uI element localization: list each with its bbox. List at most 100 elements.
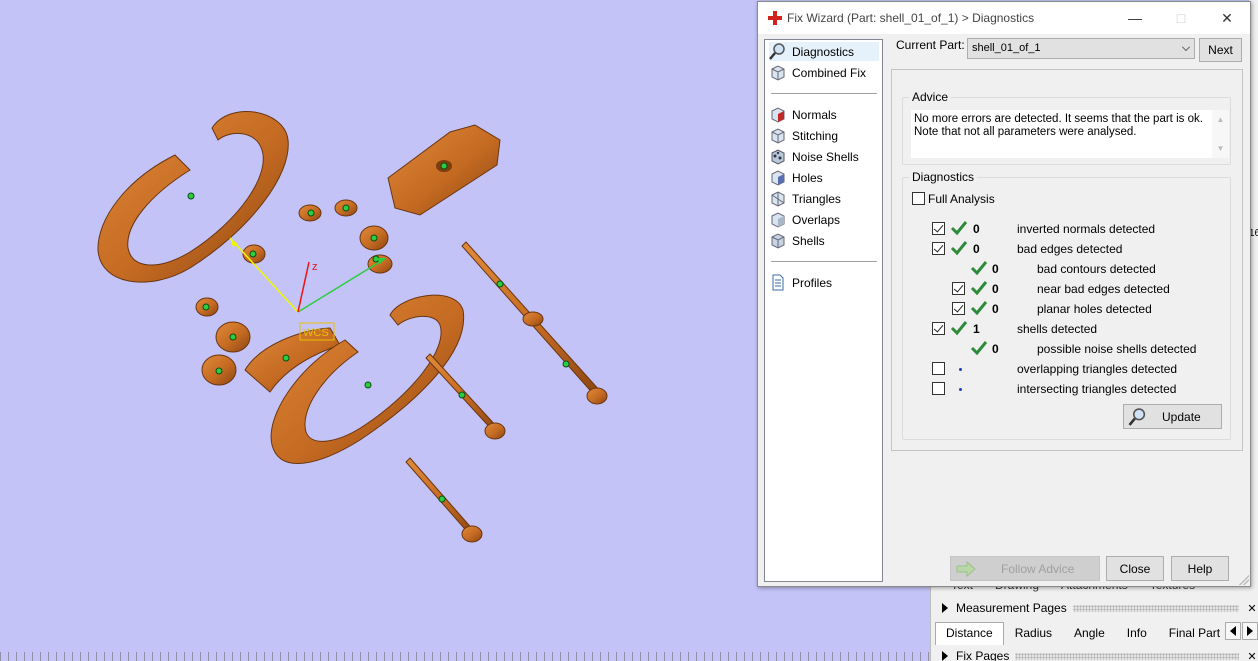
wcs-label: WCS: [303, 327, 329, 339]
noise-shells-count: 0: [992, 342, 999, 356]
maximize-button[interactable]: □: [1158, 2, 1204, 34]
diagnostics-group: Diagnostics Full Analysis 0 inverted nor…: [902, 170, 1231, 440]
full-analysis-checkbox[interactable]: [912, 192, 925, 205]
pending-dot-icon: [959, 388, 962, 391]
tab-scroll-right-button[interactable]: [1242, 622, 1258, 640]
scroll-up-icon[interactable]: ▲: [1217, 113, 1225, 126]
arrow-right-icon: [1247, 626, 1253, 636]
bad-edges-count: 0: [973, 242, 980, 256]
advice-line-2: Note that not all parameters were analys…: [914, 126, 1137, 138]
nav-item-triangles[interactable]: Triangles: [769, 189, 841, 208]
tab-final-part[interactable]: Final Part: [1158, 622, 1231, 645]
nav-item-label: Stitching: [792, 128, 839, 143]
nav-item-overlaps[interactable]: Overlaps: [769, 210, 840, 229]
pin-parts[interactable]: [405, 241, 608, 543]
near-bad-edges-checkbox[interactable]: [952, 282, 965, 295]
bottom-side-panel: Text Drawing Attachments Textures Measur…: [930, 578, 1258, 661]
advice-text-box[interactable]: No more errors are detected. It seems th…: [911, 110, 1229, 158]
title-bar[interactable]: Fix Wizard (Part: shell_01_of_1) > Diagn…: [758, 2, 1250, 34]
follow-advice-label: Follow Advice: [1001, 561, 1075, 576]
overlaps-cube-icon: [771, 212, 785, 228]
fix-pages-label: Fix Pages: [956, 649, 1010, 661]
close-icon[interactable]: ✕: [1245, 650, 1258, 661]
nav-item-shells[interactable]: Shells: [769, 231, 825, 250]
fix-pages-header[interactable]: Fix Pages ✕: [931, 646, 1258, 661]
expand-triangle-icon[interactable]: [942, 651, 948, 661]
resize-grip[interactable]: [1239, 575, 1249, 585]
tab-angle[interactable]: Angle: [1063, 622, 1116, 645]
fix-wizard-dialog: Fix Wizard (Part: shell_01_of_1) > Diagn…: [757, 1, 1251, 587]
bottom-ruler: [0, 652, 930, 661]
measurement-pages-label: Measurement Pages: [956, 601, 1067, 615]
intersecting-triangles-label: intersecting triangles detected: [1017, 382, 1177, 396]
nav-item-stitching[interactable]: Stitching: [769, 126, 838, 145]
inverted-normals-checkbox[interactable]: [932, 222, 945, 235]
overlapping-triangles-checkbox[interactable]: [932, 362, 945, 375]
axis-z-label: z: [312, 261, 318, 273]
diagnostics-page: Advice No more errors are detected. It s…: [891, 69, 1243, 451]
ring-segment-lower[interactable]: [270, 294, 465, 464]
drag-handle[interactable]: [1015, 652, 1239, 660]
green-check-icon: [970, 261, 988, 276]
tab-radius[interactable]: Radius: [1004, 622, 1063, 645]
full-analysis-label: Full Analysis: [928, 192, 995, 206]
advice-group: Advice No more errors are detected. It s…: [902, 90, 1231, 165]
tab-distance[interactable]: Distance: [935, 622, 1004, 645]
pending-dot-icon: [959, 368, 962, 371]
wizard-nav-list: Diagnostics Combined Fix Normals Stitchi…: [764, 39, 883, 582]
tab-scroll-left-button[interactable]: [1225, 622, 1241, 640]
minimize-button[interactable]: —: [1112, 2, 1158, 34]
magnifier-icon: [1128, 407, 1146, 426]
update-button[interactable]: Update: [1123, 404, 1222, 429]
green-check-icon: [970, 341, 988, 356]
nav-item-label: Normals: [792, 107, 837, 122]
green-check-icon: [950, 221, 968, 236]
current-part-value: shell_01_of_1: [972, 42, 1041, 54]
holes-cube-icon: [771, 170, 785, 186]
current-part-select[interactable]: shell_01_of_1: [967, 38, 1195, 59]
planar-holes-count: 0: [992, 302, 999, 316]
triangles-cube-icon: [771, 191, 785, 207]
nav-item-holes[interactable]: Holes: [769, 168, 823, 187]
close-window-button[interactable]: ✕: [1204, 2, 1250, 34]
chevron-down-icon: [1182, 43, 1190, 51]
help-button[interactable]: Help: [1171, 556, 1229, 581]
bad-edges-checkbox[interactable]: [932, 242, 945, 255]
bad-contours-count: 0: [992, 262, 999, 276]
diagnostics-legend: Diagnostics: [909, 170, 978, 184]
bad-contours-label: bad contours detected: [1037, 262, 1156, 276]
inverted-normals-count: 0: [973, 222, 980, 236]
shells-checkbox[interactable]: [932, 322, 945, 335]
red-cross-icon: [768, 11, 782, 25]
measurement-pages-header[interactable]: Measurement Pages ✕: [931, 598, 1258, 618]
nav-item-combined-fix[interactable]: Combined Fix: [769, 63, 866, 82]
near-bad-edges-count: 0: [992, 282, 999, 296]
update-label: Update: [1162, 409, 1201, 424]
nav-item-profiles[interactable]: Profiles: [769, 273, 832, 292]
arrow-left-icon: [1230, 626, 1236, 636]
advice-legend: Advice: [909, 90, 952, 104]
nav-item-label: Profiles: [792, 275, 833, 290]
stitching-cube-icon: [771, 128, 785, 144]
noise-shells-icon: [771, 149, 785, 165]
tab-info[interactable]: Info: [1116, 622, 1158, 645]
nav-item-diagnostics[interactable]: Diagnostics: [769, 42, 879, 61]
nav-item-normals[interactable]: Normals: [769, 105, 837, 124]
drag-handle[interactable]: [1072, 604, 1239, 612]
close-button[interactable]: Close: [1106, 556, 1164, 581]
intersecting-triangles-checkbox[interactable]: [932, 382, 945, 395]
nav-item-label: Combined Fix: [792, 65, 867, 80]
expand-triangle-icon[interactable]: [942, 603, 948, 613]
nav-item-label: Diagnostics: [792, 44, 855, 59]
scroll-down-icon[interactable]: ▼: [1217, 142, 1225, 155]
shells-label: shells detected: [1017, 322, 1098, 336]
follow-advice-button[interactable]: Follow Advice: [950, 556, 1100, 581]
planar-holes-checkbox[interactable]: [952, 302, 965, 315]
close-icon[interactable]: ✕: [1245, 602, 1258, 615]
overlapping-triangles-label: overlapping triangles detected: [1017, 362, 1178, 376]
bad-edges-label: bad edges detected: [1017, 242, 1123, 256]
advice-scrollbar[interactable]: ▲ ▼: [1212, 110, 1229, 158]
bracket-part[interactable]: [387, 124, 501, 216]
nav-item-noise-shells[interactable]: Noise Shells: [769, 147, 859, 166]
next-button[interactable]: Next: [1199, 38, 1242, 62]
